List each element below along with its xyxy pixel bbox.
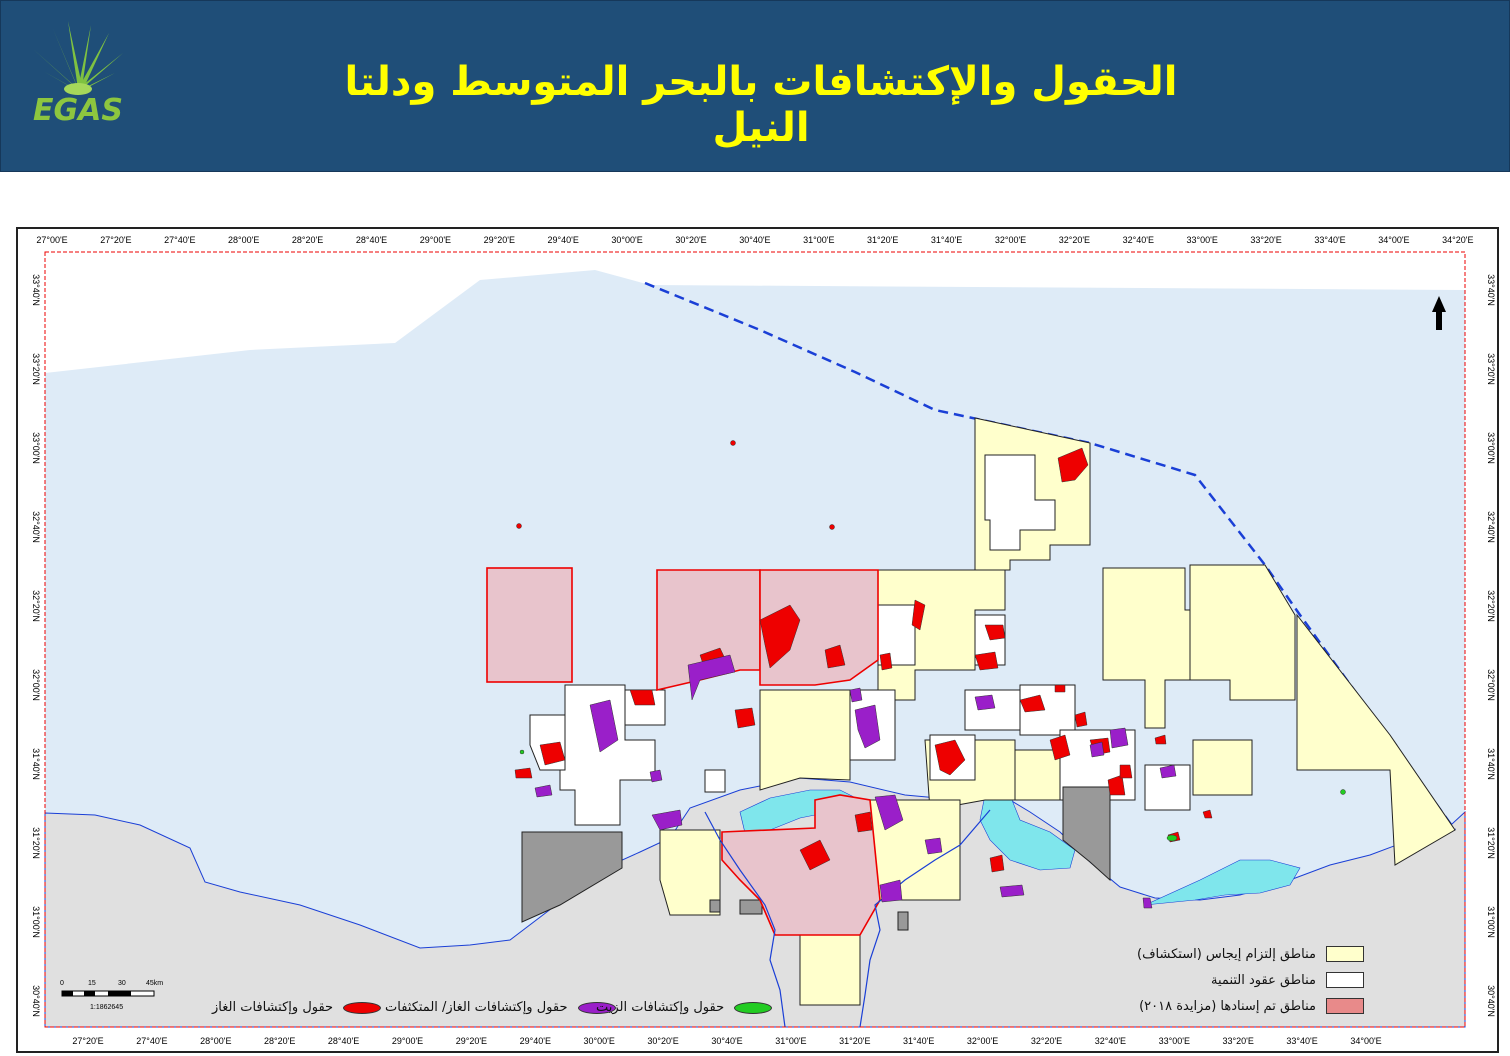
latitude-label: 33°40'N (31, 274, 41, 306)
scale-tick-0: 0 (60, 980, 64, 987)
longitude-label: 27°20'E (72, 1036, 103, 1046)
longitude-label: 30°40'E (711, 1036, 742, 1046)
latitude-label: 30°40'N (1486, 985, 1496, 1017)
latitude-label: 33°20'N (1486, 353, 1496, 385)
longitude-label: 31°20'E (867, 235, 898, 245)
scale-tick-30: 30 (118, 980, 126, 987)
scale-tick-15: 15 (88, 980, 96, 987)
oil-swatch (734, 1001, 773, 1014)
legend-oil-gas: حقول وإكتشافات الغاز/ المتكثفات (385, 1000, 616, 1015)
legend-awarded-label: مناطق تم إسنادها (مزايدة ٢٠١٨) (1139, 998, 1316, 1014)
longitude-label: 28°00'E (200, 1036, 231, 1046)
latitude-label: 33°00'N (31, 432, 41, 464)
longitude-label: 34°20'E (1442, 235, 1473, 245)
longitude-label: 28°20'E (292, 235, 323, 245)
longitude-label: 28°20'E (264, 1036, 295, 1046)
longitude-label: 30°40'E (739, 235, 770, 245)
longitude-label: 34°00'E (1350, 1036, 1381, 1046)
awarded-swatch (1326, 998, 1364, 1014)
latitude-label: 32°00'N (31, 669, 41, 701)
latitude-label: 32°40'N (1486, 511, 1496, 543)
longitude-label: 29°40'E (548, 235, 579, 245)
longitude-label: 33°00'E (1187, 235, 1218, 245)
legend-oil-label: حقول وإكتشافات الزيت (596, 1000, 725, 1015)
longitude-label: 27°40'E (136, 1036, 167, 1046)
latitude-label: 31°00'N (31, 906, 41, 938)
latitude-label: 33°40'N (1486, 274, 1496, 306)
longitude-label: 30°20'E (647, 1036, 678, 1046)
legend-concession-label: مناطق إلتزام إيجاس (استكشاف) (1137, 946, 1316, 962)
legend-gas: حقول وإكتشافات الغاز (212, 1000, 382, 1015)
longitude-label: 31°20'E (839, 1036, 870, 1046)
longitude-label: 33°20'E (1223, 1036, 1254, 1046)
legend-awarded: مناطق تم إسنادها (مزايدة ٢٠١٨) (1139, 998, 1364, 1014)
legend-development-label: مناطق عقود التنمية (1211, 972, 1316, 988)
longitude-label: 30°00'E (584, 1036, 615, 1046)
longitude-label: 29°20'E (456, 1036, 487, 1046)
longitude-label: 27°40'E (164, 235, 195, 245)
legend-development: مناطق عقود التنمية (1211, 972, 1364, 988)
latitude-labels-left: 33°40'N 33°20'N 33°00'N 32°40'N 32°20'N 32°00… (31, 274, 41, 1017)
longitude-label: 29°40'E (520, 1036, 551, 1046)
latitude-label: 31°40'N (1486, 748, 1496, 780)
latitude-label: 32°40'N (31, 511, 41, 543)
longitude-label: 27°00'E (36, 235, 67, 245)
latitude-label: 32°20'N (1486, 590, 1496, 622)
latitude-labels-right: 33°40'N 33°20'N 33°00'N 32°40'N 32°20'N 32°00… (1486, 274, 1496, 1017)
longitude-label: 30°00'E (611, 235, 642, 245)
longitude-label: 28°40'E (356, 235, 387, 245)
longitude-label: 28°40'E (328, 1036, 359, 1046)
concession-swatch (1326, 946, 1364, 962)
map-canvas[interactable]: 27°00'E 27°20'E 27°40'E 28°00'E 28°20'E 28°40… (0, 0, 1510, 1056)
longitude-labels-bottom: 27°20'E 27°40'E 28°00'E 28°20'E 28°40'E 29°00… (72, 1036, 1381, 1046)
longitude-label: 29°00'E (392, 1036, 423, 1046)
scale-tick-45: 45km (146, 980, 163, 987)
legend-gas-label: حقول وإكتشافات الغاز (212, 1000, 334, 1015)
longitude-label: 29°20'E (484, 235, 515, 245)
legend-oil: حقول وإكتشافات الزيت (596, 1000, 773, 1015)
longitude-label: 31°40'E (903, 1036, 934, 1046)
longitude-labels-top: 27°00'E 27°20'E 27°40'E 28°00'E 28°20'E 28°40… (36, 235, 1473, 245)
longitude-label: 31°40'E (931, 235, 962, 245)
longitude-label: 33°00'E (1159, 1036, 1190, 1046)
gas-swatch (343, 1001, 382, 1014)
scale-bar: 0 15 30 45km 1:1862645 (60, 977, 180, 1022)
latitude-label: 31°40'N (31, 748, 41, 780)
longitude-label: 32°20'E (1031, 1036, 1062, 1046)
longitude-label: 32°00'E (995, 235, 1026, 245)
longitude-label: 29°00'E (420, 235, 451, 245)
longitude-label: 33°20'E (1250, 235, 1281, 245)
longitude-label: 28°00'E (228, 235, 259, 245)
longitude-label: 32°20'E (1059, 235, 1090, 245)
legend-concession: مناطق إلتزام إيجاس (استكشاف) (1137, 946, 1364, 962)
longitude-label: 27°20'E (100, 235, 131, 245)
longitude-label: 31°00'E (803, 235, 834, 245)
latitude-label: 31°20'N (1486, 827, 1496, 859)
longitude-label: 30°20'E (675, 235, 706, 245)
latitude-label: 33°00'N (1486, 432, 1496, 464)
longitude-label: 33°40'E (1314, 235, 1345, 245)
legend-oil-gas-label: حقول وإكتشافات الغاز/ المتكثفات (385, 1000, 568, 1015)
latitude-label: 33°20'N (31, 353, 41, 385)
longitude-label: 32°40'E (1123, 235, 1154, 245)
latitude-label: 32°20'N (31, 590, 41, 622)
latitude-label: 30°40'N (31, 985, 41, 1017)
development-swatch (1326, 972, 1364, 988)
longitude-label: 32°00'E (967, 1036, 998, 1046)
longitude-label: 31°00'E (775, 1036, 806, 1046)
latitude-label: 31°00'N (1486, 906, 1496, 938)
longitude-label: 33°40'E (1286, 1036, 1317, 1046)
longitude-label: 34°00'E (1378, 235, 1409, 245)
longitude-label: 32°40'E (1095, 1036, 1126, 1046)
scale-ratio: 1:1862645 (90, 1004, 123, 1011)
latitude-label: 32°00'N (1486, 669, 1496, 701)
latitude-label: 31°20'N (31, 827, 41, 859)
